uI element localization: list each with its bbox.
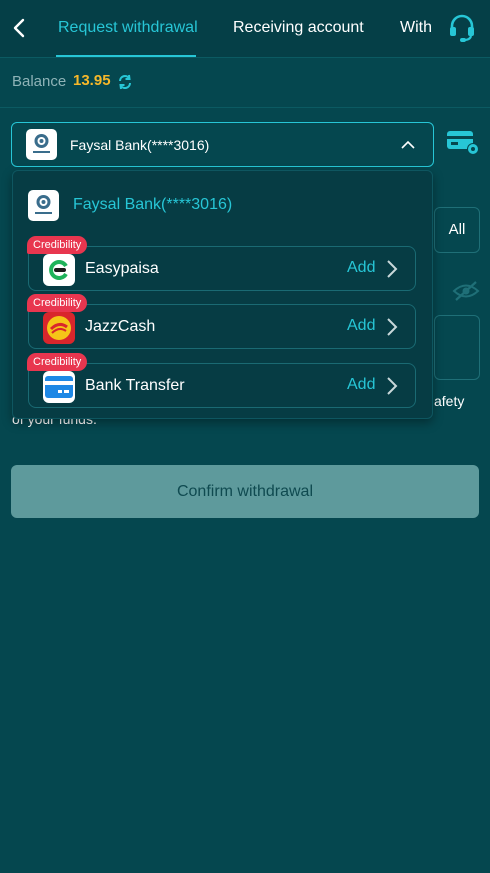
bank-card-icon (43, 371, 75, 403)
add-wallet-link[interactable]: Add (347, 376, 375, 394)
chevron-right-icon (385, 259, 399, 279)
faysal-bank-logo-icon (26, 129, 57, 160)
card-settings-icon[interactable] (446, 128, 480, 156)
dropdown-option-current-account[interactable]: Faysal Bank(****3016) (13, 171, 434, 237)
wallet-name: JazzCash (85, 318, 156, 335)
credibility-badge: Credibility (27, 236, 88, 254)
all-amount-button[interactable]: All (434, 207, 480, 253)
chevron-right-icon (385, 376, 399, 396)
selected-account-text: Faysal Bank(****3016) (70, 137, 210, 153)
refresh-icon[interactable] (117, 74, 133, 90)
add-wallet-link[interactable]: Add (347, 317, 375, 335)
credibility-badge: Credibility (27, 353, 88, 371)
faysal-bank-logo-icon (28, 190, 59, 221)
credibility-badge: Credibility (27, 294, 88, 312)
easypaisa-icon (43, 254, 75, 286)
balance-value: 13.95 (73, 72, 111, 89)
confirm-withdrawal-button[interactable]: Confirm withdrawal (11, 465, 479, 518)
balance-label: Balance (12, 73, 67, 90)
current-account-label: Faysal Bank(****3016) (73, 196, 233, 213)
top-nav-bar: Request withdrawal Receiving account Wit… (0, 0, 490, 58)
wallet-option-jazzcash[interactable]: Credibility JazzCash Add (27, 294, 416, 349)
chevron-up-icon (400, 137, 416, 153)
active-tab-indicator (56, 55, 196, 57)
back-arrow-icon[interactable] (8, 14, 30, 42)
wallet-name: Easypaisa (85, 260, 159, 277)
add-wallet-link[interactable]: Add (347, 259, 375, 277)
safety-note-text: afety (434, 393, 465, 409)
jazzcash-icon (43, 312, 75, 344)
tab-request-withdrawal[interactable]: Request withdrawal (58, 0, 198, 58)
password-input[interactable] (434, 315, 480, 380)
tab-withdrawal-records[interactable]: With (400, 0, 432, 58)
account-dropdown: Faysal Bank(****3016) Credibility Easypa… (12, 170, 433, 419)
wallet-name: Bank Transfer (85, 377, 185, 394)
tab-receiving-account[interactable]: Receiving account (233, 0, 364, 58)
chevron-right-icon (385, 317, 399, 337)
headset-support-icon[interactable] (446, 12, 478, 44)
account-selector[interactable]: Faysal Bank(****3016) (11, 122, 434, 167)
wallet-option-bank-transfer[interactable]: Credibility Bank Transfer Add (27, 353, 416, 408)
wallet-option-easypaisa[interactable]: Credibility Easypaisa Add (27, 236, 416, 291)
eye-off-icon[interactable] (452, 280, 480, 302)
balance-row: Balance 13.95 (0, 58, 490, 108)
